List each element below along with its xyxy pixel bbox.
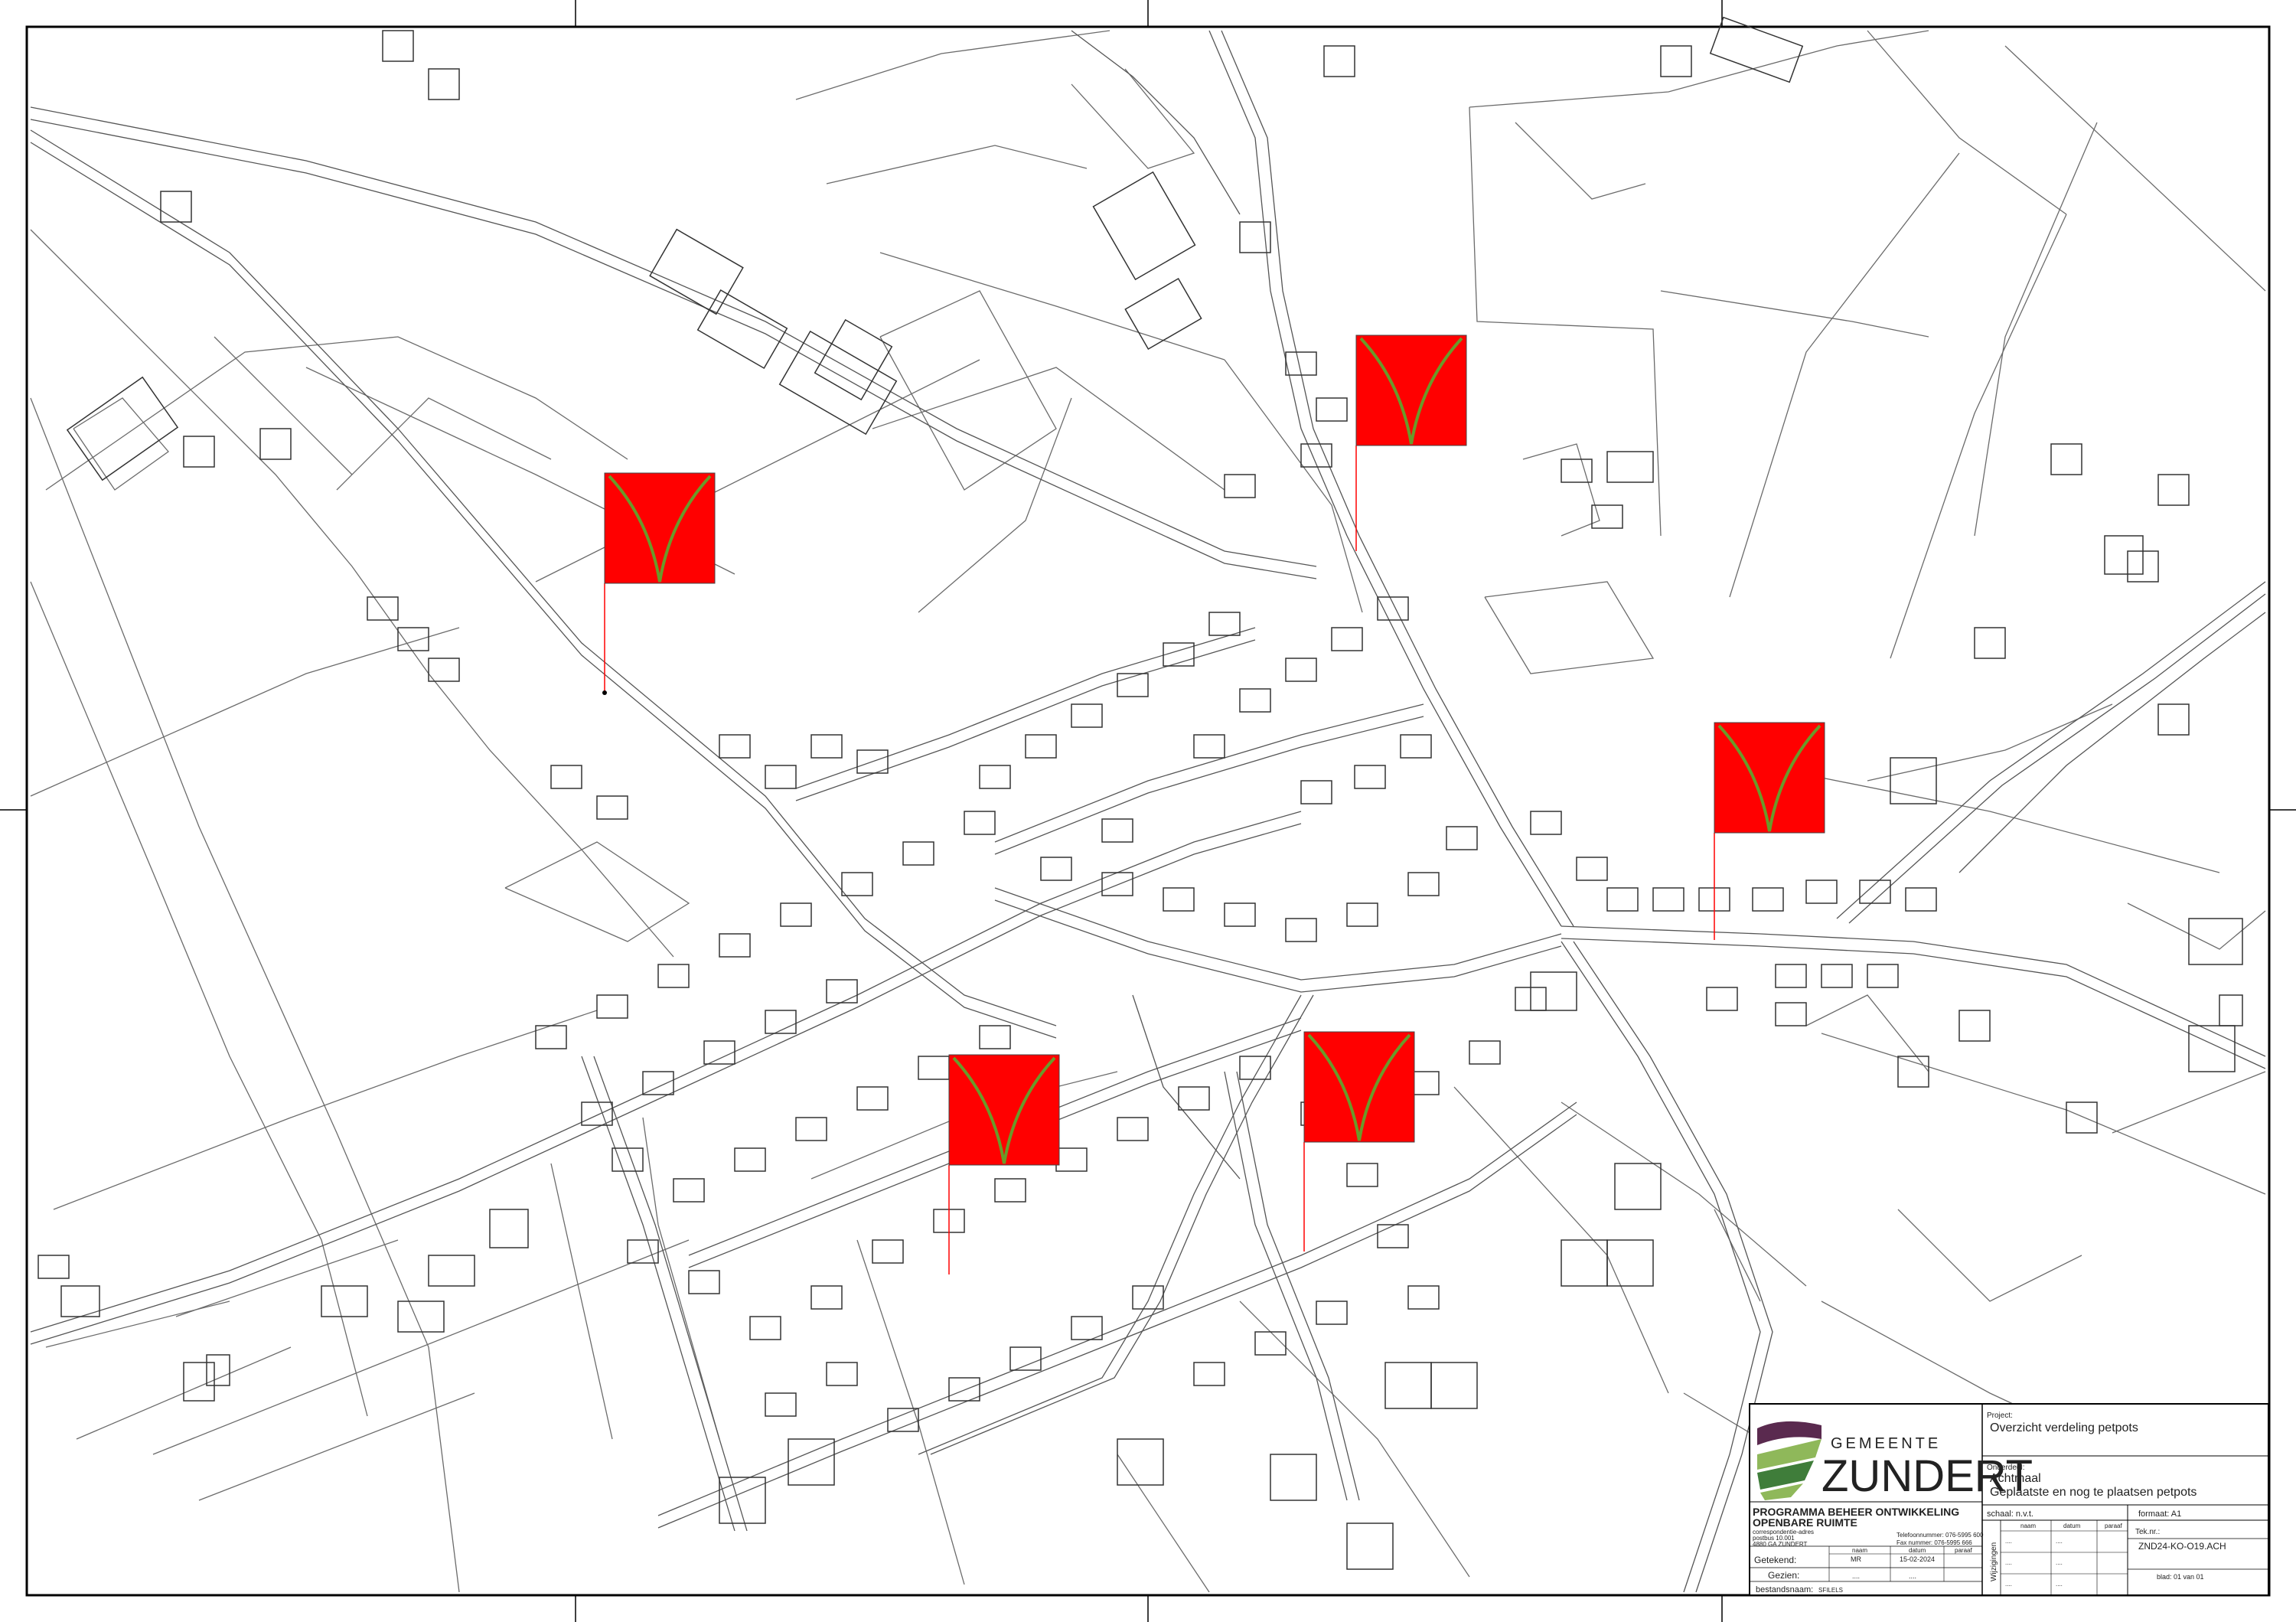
- rev-col-naam: naam: [2020, 1522, 2036, 1529]
- project-label: Project:: [1987, 1411, 2013, 1420]
- col-naam: naam: [1852, 1547, 1867, 1554]
- sheet-frame: [0, 0, 2296, 1622]
- logo-top-text: GEMEENTE: [1831, 1435, 1941, 1452]
- getekend-datum: 15-02-2024: [1900, 1555, 1935, 1563]
- teknr-label: Tek.nr.:: [2135, 1528, 2160, 1536]
- petpot-marker[interactable]: [1303, 1031, 1415, 1143]
- rev-dash-3: ....: [2005, 1559, 2012, 1566]
- petpot-marker[interactable]: [604, 472, 716, 584]
- parcel-lines: [30, 30, 2266, 1593]
- petpot-marker[interactable]: [948, 1054, 1060, 1166]
- onderdeel-value1: Achtmaal: [1990, 1472, 2041, 1485]
- getekend-naam: MR: [1851, 1555, 1861, 1563]
- blad-text: blad: 01 van 01: [2157, 1573, 2204, 1581]
- gezien-datum: ....: [1909, 1572, 1916, 1580]
- onderdeel-value2: Geplaatste en nog te plaatsen petpots: [1990, 1486, 2197, 1499]
- rev-dash-2: ....: [2056, 1538, 2063, 1545]
- schaal-text: schaal: n.v.t.: [1987, 1509, 2033, 1519]
- leader-point: [602, 690, 607, 695]
- getekend-label: Getekend:: [1754, 1555, 1796, 1565]
- buildings: [38, 16, 2243, 1570]
- petpot-marker[interactable]: [1714, 722, 1825, 834]
- project-value: Overzicht verdeling petpots: [1990, 1421, 2138, 1434]
- petpot-marker[interactable]: [1355, 335, 1467, 446]
- rev-col-datum: datum: [2063, 1522, 2081, 1529]
- rev-dash-1: ....: [2005, 1538, 2012, 1545]
- gezien-naam: ....: [1852, 1572, 1860, 1580]
- dept-line2: OPENBARE RUIMTE: [1753, 1516, 1857, 1529]
- bestandsnaam-value: SFILELS: [1818, 1587, 1843, 1594]
- gezien-label: Gezien:: [1768, 1570, 1799, 1581]
- teknr-value: ZND24-KO-O19.ACH: [2138, 1541, 2226, 1552]
- bestandsnaam-label: bestandsnaam:: [1756, 1585, 1813, 1594]
- dept-phone: Telefoonnummer: 076-5995 600: [1896, 1532, 1984, 1539]
- rev-dash-4: ....: [2056, 1559, 2063, 1566]
- roads: [30, 30, 2266, 1593]
- rev-dash-5: ....: [2005, 1581, 2012, 1588]
- dept-fax: Fax nummer: 076-5995 666: [1896, 1539, 1972, 1546]
- dept-address3: 4880 GA ZUNDERT: [1753, 1541, 1808, 1548]
- rev-dash-6: ....: [2056, 1581, 2063, 1588]
- col-datum: datum: [1909, 1547, 1926, 1554]
- leader-lines: [604, 445, 1715, 1274]
- wijzigingen-label: Wijzigingen: [1990, 1542, 1998, 1581]
- col-paraaf: paraaf: [1955, 1547, 1972, 1554]
- rev-col-paraaf: paraaf: [2105, 1522, 2122, 1529]
- formaat-text: formaat: A1: [2138, 1509, 2181, 1519]
- map-canvas[interactable]: GEMEENTE ZUNDERT PROGRAMMA BEHEER ONTWIK…: [0, 0, 2296, 1622]
- onderdeel-label: Onderdeel:: [1987, 1464, 2024, 1472]
- title-block: GEMEENTE ZUNDERT PROGRAMMA BEHEER ONTWIK…: [1749, 1403, 2269, 1596]
